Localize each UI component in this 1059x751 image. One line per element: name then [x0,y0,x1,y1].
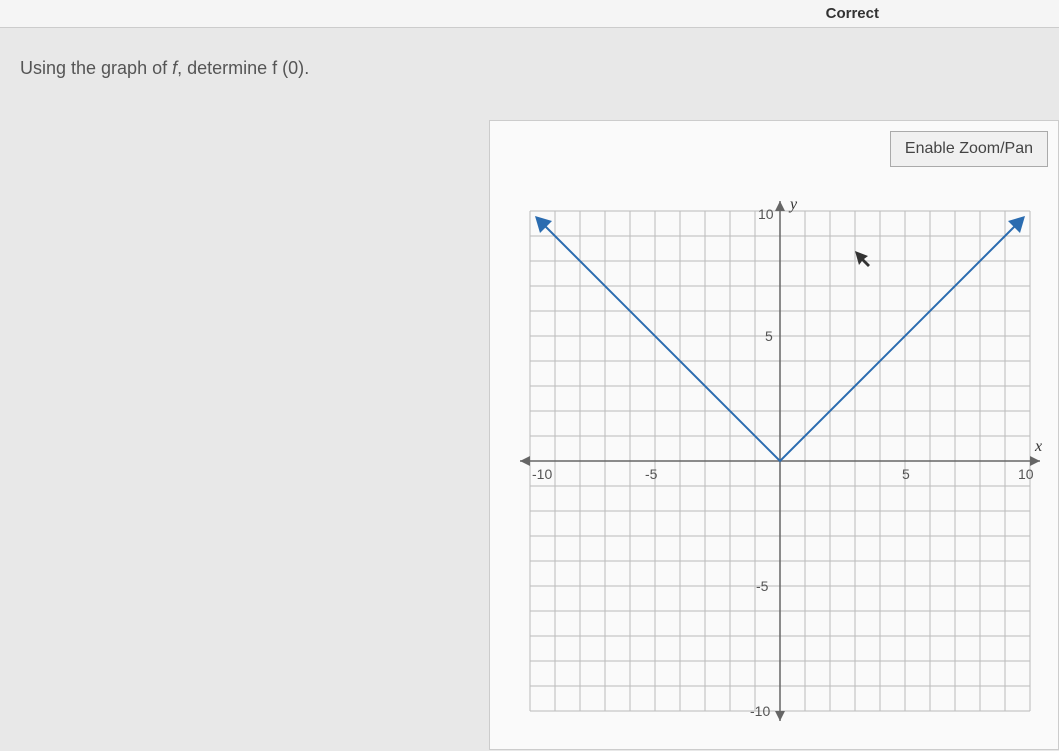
cursor-icon [855,251,870,267]
question-area: Using the graph of f, determine f (0). [0,28,1059,109]
tick-y-5: 5 [765,328,773,344]
graph-panel: Enable Zoom/Pan [489,120,1059,750]
tick-x-5: 5 [902,466,910,482]
graph-svg: -10 -5 5 10 10 5 -5 -10 y x [510,191,1050,731]
question-text: Using the graph of f, determine f (0). [20,58,1039,79]
y-axis-arrow-down [775,711,785,721]
tick-y-neg5: -5 [756,578,769,594]
q-prefix: Using the graph of [20,58,172,78]
q-expr: f (0) [272,58,304,78]
y-axis-label: y [788,196,798,213]
graph-container[interactable]: -10 -5 5 10 10 5 -5 -10 y x [510,191,1050,731]
q-suffix: . [304,58,309,78]
x-axis-arrow-right [1030,456,1040,466]
tick-x-10: 10 [1018,466,1034,482]
tick-x-neg5: -5 [645,466,658,482]
tick-y-neg10: -10 [750,703,770,719]
header-bar: Correct [0,0,1059,28]
y-axis-arrow-up [775,201,785,211]
x-axis-label: x [1034,438,1042,455]
tick-y-10: 10 [758,206,774,222]
q-middle: , determine [177,58,272,78]
status-label: Correct [826,5,879,22]
x-axis-arrow-left [520,456,530,466]
tick-x-neg10: -10 [532,466,552,482]
zoom-pan-button[interactable]: Enable Zoom/Pan [890,131,1048,167]
